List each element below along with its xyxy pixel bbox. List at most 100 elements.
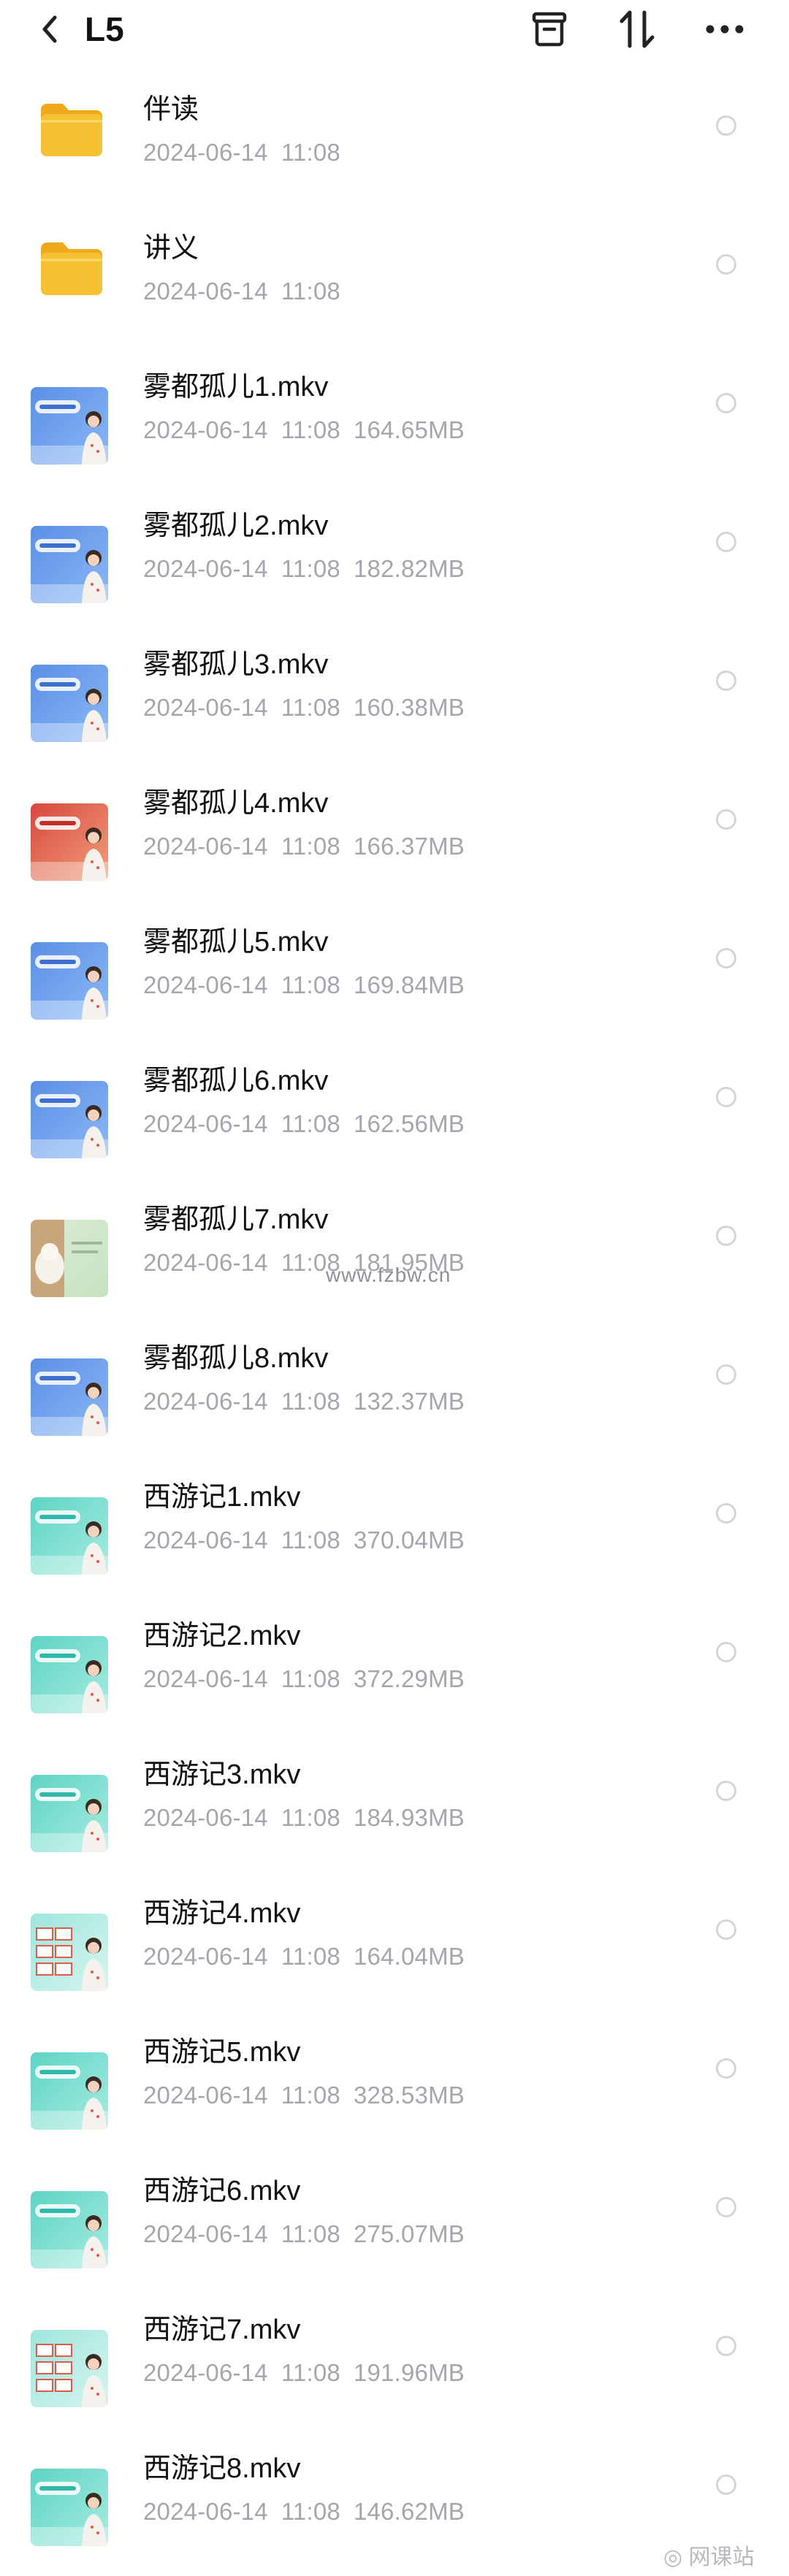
file-row[interactable]: 雾都孤儿1.mkv 2024-06-14 11:08 164.65MB — [0, 351, 789, 489]
file-size: 184.93MB — [353, 1804, 465, 1831]
file-size: 328.53MB — [353, 2082, 465, 2109]
video-thumbnail — [31, 665, 108, 742]
video-thumbnail — [31, 803, 108, 881]
select-radio[interactable] — [716, 532, 736, 552]
file-meta: 2024-06-14 11:08 — [143, 136, 354, 169]
file-row[interactable]: 雾都孤儿5.mkv 2024-06-14 11:08 169.84MB — [0, 906, 789, 1044]
file-row[interactable]: 西游记7.mkv 2024-06-14 11:08 191.96MB — [0, 2293, 789, 2432]
select-radio[interactable] — [716, 2336, 736, 2356]
file-meta: 2024-06-14 11:08 132.37MB — [143, 1385, 478, 1418]
archive-box-icon — [532, 12, 567, 47]
video-thumbnail — [31, 1914, 108, 1991]
file-meta: 2024-06-14 11:08 160.38MB — [143, 691, 478, 725]
file-meta: 2024-06-14 11:08 275.07MB — [143, 2217, 478, 2251]
video-thumbnail — [31, 2330, 108, 2407]
select-radio[interactable] — [716, 1781, 736, 1801]
file-meta: 2024-06-14 11:08 169.84MB — [143, 968, 478, 1002]
file-name: 西游记6.mkv — [143, 2176, 301, 2206]
file-date: 2024-06-14 — [143, 1249, 268, 1276]
video-thumbnail — [31, 1636, 108, 1713]
file-name: 雾都孤儿7.mkv — [143, 1204, 329, 1235]
select-radio[interactable] — [716, 1364, 736, 1385]
file-name: 西游记2.mkv — [143, 1621, 301, 1651]
file-date: 2024-06-14 — [143, 2220, 268, 2247]
file-date: 2024-06-14 — [143, 1804, 268, 1831]
file-name: 西游记4.mkv — [143, 1898, 301, 1929]
file-time: 11:08 — [281, 416, 340, 443]
file-time: 11:08 — [281, 2359, 340, 2386]
video-thumbnail — [31, 387, 108, 465]
select-radio[interactable] — [716, 809, 736, 830]
file-size: 132.37MB — [353, 1388, 465, 1415]
file-meta: 2024-06-14 11:08 146.62MB — [143, 2495, 478, 2529]
video-thumbnail — [31, 526, 108, 603]
file-row[interactable]: 雾都孤儿7.mkv 2024-06-14 11:08 181.95MB — [0, 1183, 789, 1322]
select-radio[interactable] — [716, 1642, 736, 1662]
video-thumbnail — [31, 1775, 108, 1852]
file-row[interactable]: 西游记1.mkv 2024-06-14 11:08 370.04MB — [0, 1461, 789, 1600]
folder-icon — [38, 99, 105, 159]
file-date: 2024-06-14 — [143, 833, 268, 860]
select-radio[interactable] — [716, 115, 736, 136]
more-dots-icon — [706, 25, 744, 34]
file-size: 372.29MB — [353, 1665, 465, 1692]
file-time: 11:08 — [281, 1388, 340, 1415]
file-date: 2024-06-14 — [143, 1943, 268, 1970]
file-name: 雾都孤儿2.mkv — [143, 511, 329, 541]
file-row[interactable]: 西游记3.mkv 2024-06-14 11:08 184.93MB — [0, 1738, 789, 1877]
file-time: 11:08 — [281, 1110, 340, 1137]
file-meta: 2024-06-14 11:08 162.56MB — [143, 1107, 478, 1141]
folder-row[interactable]: 伴读 2024-06-14 11:08 — [0, 73, 789, 212]
select-radio[interactable] — [716, 1087, 736, 1107]
file-name: 西游记3.mkv — [143, 1759, 301, 1790]
folder-icon — [38, 238, 105, 298]
file-meta: 2024-06-14 11:08 191.96MB — [143, 2356, 478, 2390]
file-row[interactable]: 西游记6.mkv 2024-06-14 11:08 275.07MB — [0, 2155, 789, 2293]
select-radio[interactable] — [716, 1503, 736, 1524]
select-radio[interactable] — [716, 948, 736, 968]
select-radio[interactable] — [716, 254, 736, 275]
video-thumbnail — [31, 1497, 108, 1575]
sort-button[interactable] — [612, 4, 662, 54]
file-row[interactable]: 雾都孤儿4.mkv 2024-06-14 11:08 166.37MB — [0, 767, 789, 906]
more-button[interactable] — [700, 4, 750, 54]
select-radio[interactable] — [716, 2058, 736, 2079]
select-radio[interactable] — [716, 1919, 736, 1940]
select-radio[interactable] — [716, 2474, 736, 2495]
file-time: 11:08 — [281, 139, 340, 166]
file-size: 164.04MB — [353, 1943, 465, 1970]
file-time: 11:08 — [281, 1526, 340, 1553]
file-size: 370.04MB — [353, 1526, 465, 1553]
file-row[interactable]: 雾都孤儿6.mkv 2024-06-14 11:08 162.56MB — [0, 1044, 789, 1183]
file-row[interactable]: 西游记5.mkv 2024-06-14 11:08 328.53MB — [0, 2016, 789, 2155]
file-row[interactable]: 雾都孤儿8.mkv 2024-06-14 11:08 132.37MB — [0, 1322, 789, 1461]
back-button[interactable] — [28, 7, 72, 51]
file-date: 2024-06-14 — [143, 416, 268, 443]
file-name: 雾都孤儿3.mkv — [143, 649, 329, 680]
select-radio[interactable] — [716, 393, 736, 413]
select-radio[interactable] — [716, 1226, 736, 1246]
archive-button[interactable] — [525, 4, 574, 54]
file-name: 西游记8.mkv — [143, 2453, 301, 2484]
select-radio[interactable] — [716, 2197, 736, 2217]
select-radio[interactable] — [716, 670, 736, 691]
file-size: 191.96MB — [353, 2359, 465, 2386]
file-meta: 2024-06-14 11:08 164.04MB — [143, 1940, 478, 1973]
file-row[interactable]: 西游记2.mkv 2024-06-14 11:08 372.29MB — [0, 1600, 789, 1738]
file-time: 11:08 — [281, 1804, 340, 1831]
file-row[interactable]: 西游记4.mkv 2024-06-14 11:08 164.04MB — [0, 1877, 789, 2016]
folder-row[interactable]: 讲义 2024-06-14 11:08 — [0, 212, 789, 351]
file-date: 2024-06-14 — [143, 694, 268, 721]
file-time: 11:08 — [281, 694, 340, 721]
video-thumbnail — [31, 942, 108, 1020]
file-time: 11:08 — [281, 1665, 340, 1692]
sort-arrows-icon — [620, 10, 655, 48]
file-time: 11:08 — [281, 278, 340, 305]
file-meta: 2024-06-14 11:08 182.82MB — [143, 552, 478, 586]
file-row[interactable]: 雾都孤儿3.mkv 2024-06-14 11:08 160.38MB — [0, 628, 789, 767]
file-name: 西游记7.mkv — [143, 2315, 301, 2345]
file-row[interactable]: 雾都孤儿2.mkv 2024-06-14 11:08 182.82MB — [0, 489, 789, 628]
file-size: 146.62MB — [353, 2498, 465, 2525]
file-date: 2024-06-14 — [143, 1526, 268, 1553]
file-time: 11:08 — [281, 2498, 340, 2525]
